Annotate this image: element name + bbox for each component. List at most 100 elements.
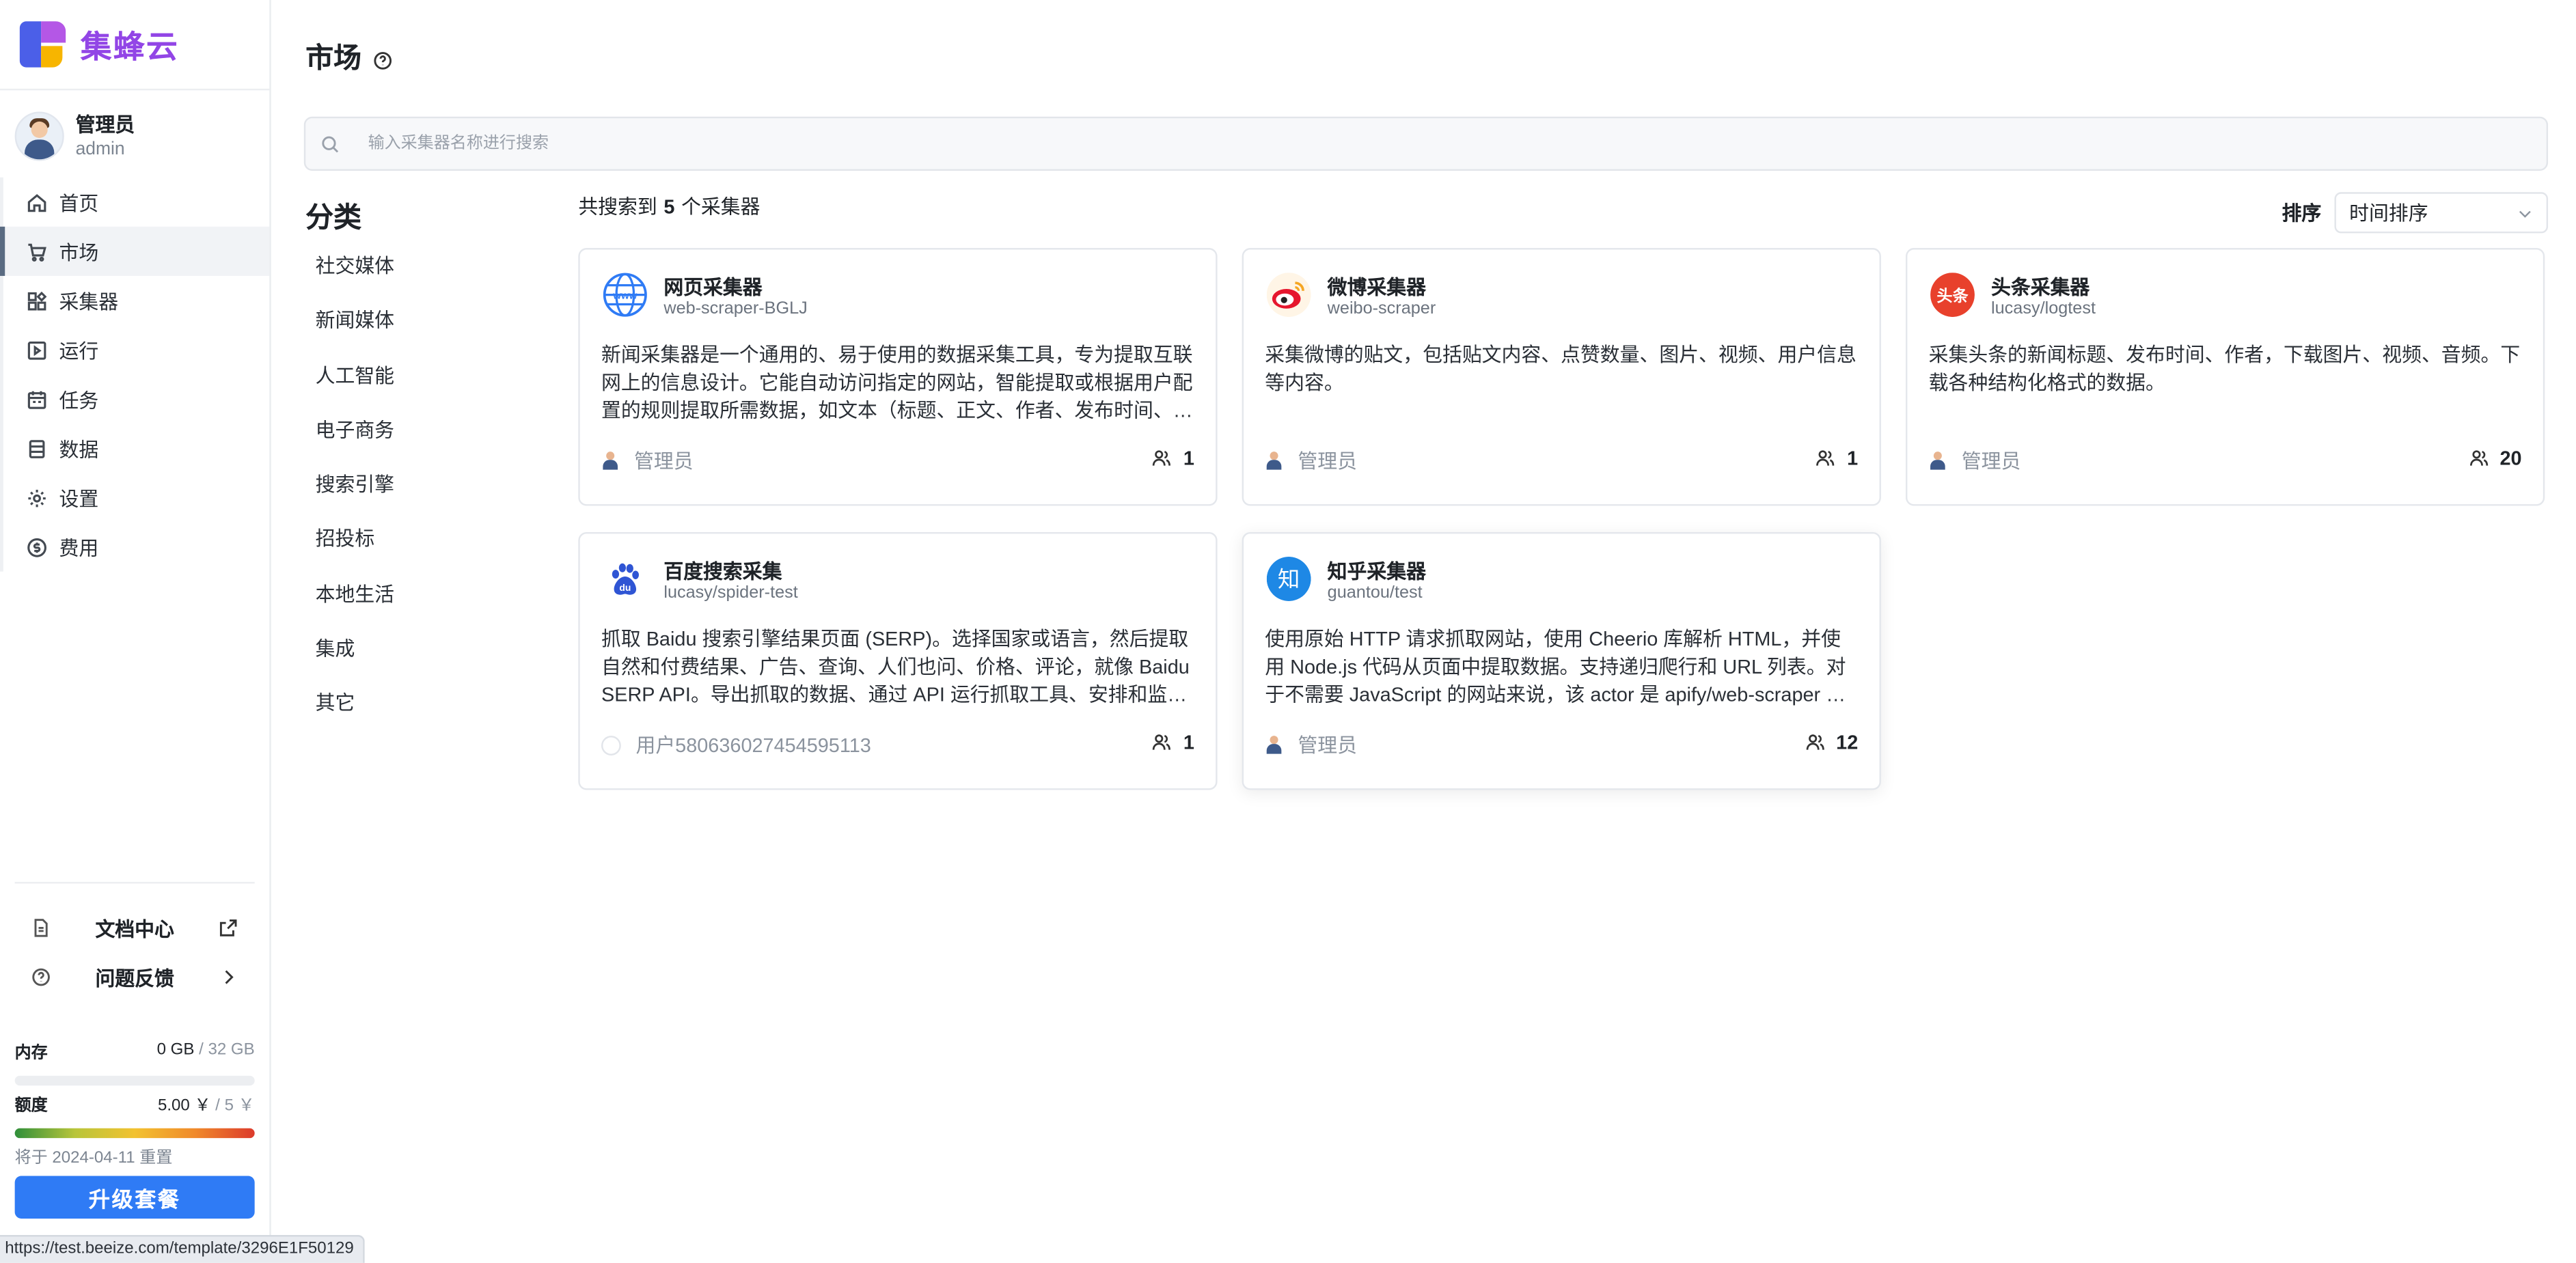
quota-total: 5 ￥ (224, 1097, 255, 1115)
docs-center-link[interactable]: 文档中心 (15, 903, 255, 952)
card-title: 微博采集器 (1327, 275, 1426, 299)
sidebar-item-label: 市场 (59, 240, 99, 264)
divider (0, 88, 270, 91)
cart-icon (28, 242, 46, 261)
sidebar-item-market[interactable]: 市场 (0, 226, 270, 276)
brand-name: 集蜂云 (80, 30, 180, 65)
sidebar-item-label: 设置 (59, 486, 99, 510)
widgets-icon (27, 290, 47, 310)
chevron-right-icon (225, 970, 234, 984)
feedback-label: 问题反馈 (95, 966, 174, 990)
category-item[interactable]: 社交媒体 (316, 240, 394, 294)
quota-used: 5.00 ￥ (157, 1097, 211, 1115)
card-author: 用户580636027454595113 (601, 731, 871, 759)
card-description: 采集头条的新闻标题、发布时间、作者，下载图片、视频、音频。下载各种结构化格式的数… (1928, 343, 2521, 394)
sidebar-item-billing[interactable]: 费用 (0, 523, 269, 572)
memory-label: 内存 (14, 1044, 48, 1063)
run-count: 20 (2469, 447, 2522, 470)
card-title: 头条采集器 (1991, 275, 2090, 299)
scraper-card[interactable]: www 网页采集器 web-scraper-BGLJ 新闻采集器是一个通用的、易… (578, 248, 1218, 506)
sidebar-item-settings[interactable]: 设置 (0, 473, 269, 522)
category-list: 社交媒体 新闻媒体 人工智能 电子商务 搜索引擎 招投标 本地生活 集成 其它 (316, 240, 394, 732)
category-item[interactable]: 本地生活 (316, 568, 394, 622)
card-author: 管理员 (1265, 447, 1357, 475)
zhihu-icon: 知 (1266, 557, 1311, 601)
author-avatar (601, 734, 621, 755)
author-avatar (1929, 452, 1947, 470)
sidebar-nav: 首页 市场 采集器 运行 任务 数据 设置 费用 (0, 178, 270, 572)
sidebar-item-scrapers[interactable]: 采集器 (0, 276, 269, 325)
sidebar: 集蜂云 管理员 admin 首页 市场 采集器 运行 任务 数据 设置 费用 文… (0, 0, 271, 1262)
external-link-icon (219, 919, 237, 936)
svg-text:du: du (619, 582, 631, 593)
users-icon (1153, 734, 1171, 750)
zhihu-icon-text: 知 (1278, 566, 1300, 592)
sort-control: 排序 时间排序 (2282, 192, 2549, 234)
document-icon (34, 919, 48, 937)
sidebar-item-label: 首页 (59, 191, 99, 214)
run-count: 1 (1152, 447, 1194, 470)
sidebar-item-runs[interactable]: 运行 (0, 325, 269, 374)
users-icon (1153, 450, 1171, 466)
search-input[interactable] (364, 133, 2507, 155)
feedback-link[interactable]: 问题反馈 (15, 952, 255, 1001)
sidebar-item-tasks[interactable]: 任务 (0, 374, 269, 424)
sort-value: 时间排序 (2349, 202, 2428, 225)
upgrade-button[interactable]: 升级套餐 (14, 1176, 255, 1219)
result-count: 5 (663, 195, 675, 219)
gear-icon (28, 488, 46, 507)
card-description: 使用原始 HTTP 请求抓取网站，使用 Cheerio 库解析 HTML，并使用… (1265, 627, 1846, 706)
docs-center-label: 文档中心 (95, 917, 174, 941)
category-item[interactable]: 电子商务 (316, 404, 394, 458)
category-item[interactable]: 其它 (316, 677, 394, 732)
quota-label: 额度 (14, 1097, 48, 1115)
card-title: 百度搜索采集 (663, 559, 782, 583)
category-item[interactable]: 新闻媒体 (316, 294, 394, 349)
sidebar-item-label: 采集器 (59, 290, 119, 314)
page-title: 市场 (305, 34, 392, 75)
scraper-card[interactable]: du 百度搜索采集 lucasy/spider-test 抓取 Baidu 搜索… (578, 531, 1218, 790)
user-name: 管理员 (75, 112, 135, 136)
user-profile[interactable]: 管理员 admin (14, 111, 135, 161)
database-icon (29, 439, 45, 458)
user-id: admin (75, 139, 125, 159)
search-icon (322, 135, 339, 152)
category-item[interactable]: 集成 (316, 622, 394, 677)
author-name: 管理员 (1298, 734, 1357, 758)
category-item[interactable]: 招投标 (316, 513, 394, 568)
category-item[interactable]: 人工智能 (316, 349, 394, 404)
result-prefix: 共搜索到 (578, 195, 657, 219)
run-count-value: 12 (1836, 730, 1859, 754)
baidu-icon: du (603, 557, 648, 601)
scraper-card[interactable]: 头条 头条采集器 lucasy/logtest 采集头条的新闻标题、发布时间、作… (1905, 248, 2545, 506)
brand-logo[interactable]: 集蜂云 (19, 21, 180, 68)
help-icon[interactable] (373, 50, 393, 70)
search-box[interactable] (303, 116, 2549, 171)
sidebar-item-data[interactable]: 数据 (0, 424, 269, 473)
divider (14, 882, 255, 884)
dollar-circle-icon (27, 537, 46, 557)
sidebar-item-label: 费用 (59, 536, 99, 559)
page-title-text: 市场 (305, 42, 361, 74)
sort-select[interactable]: 时间排序 (2334, 192, 2549, 234)
run-count: 1 (1152, 731, 1194, 754)
author-name: 管理员 (634, 449, 694, 473)
author-avatar (1265, 452, 1283, 470)
card-author: 管理员 (1929, 447, 2020, 475)
calendar-icon (27, 390, 46, 408)
scraper-card[interactable]: 知 知乎采集器 guantou/test 使用原始 HTTP 请求抓取网站，使用… (1242, 531, 1881, 790)
card-slug: weibo-scraper (1327, 299, 1436, 319)
memory-used: 0 GB (156, 1041, 195, 1059)
category-title: 分类 (305, 202, 361, 234)
run-count-value: 20 (2499, 446, 2522, 470)
card-slug: lucasy/spider-test (663, 583, 798, 603)
users-icon (2469, 450, 2488, 466)
logo-icon (19, 21, 66, 68)
sidebar-item-label: 数据 (59, 437, 99, 461)
scraper-card[interactable]: 微博采集器 weibo-scraper 采集微博的贴文，包括贴文内容、点赞数量、… (1242, 248, 1881, 506)
run-count-value: 1 (1183, 446, 1194, 470)
category-item[interactable]: 搜索引擎 (316, 458, 394, 513)
author-name: 管理员 (1298, 449, 1357, 473)
sidebar-item-home[interactable]: 首页 (0, 178, 269, 227)
card-title: 网页采集器 (663, 275, 763, 299)
